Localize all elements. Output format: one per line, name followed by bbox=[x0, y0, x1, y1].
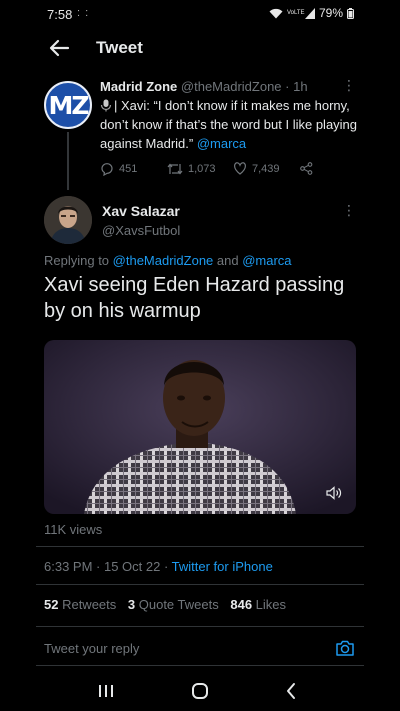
page-title: Tweet bbox=[96, 38, 143, 57]
tweet-timestamp: 6:33 PM · 15 Oct 22 · Twitter for iPhone bbox=[44, 559, 273, 574]
quoted-tweet-header: Madrid Zone @theMadridZone · 1h bbox=[100, 79, 360, 94]
like-action[interactable]: 7,439 bbox=[233, 162, 280, 175]
camera-icon[interactable] bbox=[335, 638, 355, 658]
tweet-author-handle[interactable]: @XavsFutbol bbox=[102, 223, 180, 238]
quoted-tweet-text: | Xavi: “I don’t know if it makes me hor… bbox=[100, 96, 362, 153]
retweets-label: Retweets bbox=[58, 597, 117, 612]
quoted-author-handle[interactable]: @theMadridZone bbox=[181, 79, 282, 94]
xav-salazar-avatar[interactable] bbox=[44, 196, 92, 244]
retweets-count: 52 bbox=[44, 597, 59, 612]
reply-action[interactable]: 451 bbox=[100, 162, 137, 176]
retweets-stat[interactable]: 52 Retweets bbox=[44, 597, 116, 612]
navigation-bar bbox=[0, 671, 400, 711]
divider bbox=[36, 665, 364, 666]
network-type: VoLTE bbox=[286, 10, 305, 16]
replying-mention-marca[interactable]: @marca bbox=[242, 253, 291, 268]
status-time: 7:58 bbox=[47, 7, 73, 22]
more-options-icon[interactable]: ⋮ bbox=[342, 77, 356, 94]
wifi-icon bbox=[269, 8, 283, 18]
replying-prefix: Replying to bbox=[44, 253, 113, 268]
quote-tweets-label: Quote Tweets bbox=[135, 597, 219, 612]
thread-line bbox=[67, 132, 69, 190]
replying-to: Replying to @theMadridZone and @marca bbox=[44, 253, 292, 268]
avatar-photo bbox=[44, 196, 92, 244]
retweet-count: 1,073 bbox=[188, 163, 216, 175]
like-count: 7,439 bbox=[252, 162, 280, 175]
tweet-text: Xavi seeing Eden Hazard passing by on hi… bbox=[44, 274, 345, 322]
retweet-action[interactable]: 1,073 bbox=[167, 162, 216, 176]
tweet-more-options-icon[interactable]: ⋮ bbox=[342, 202, 356, 219]
back-nav-icon[interactable] bbox=[280, 681, 304, 701]
reply-count: 451 bbox=[119, 163, 138, 175]
replying-and: and bbox=[213, 253, 243, 268]
reply-input[interactable]: Tweet your reply bbox=[44, 641, 139, 656]
like-icon bbox=[234, 162, 246, 175]
divider bbox=[36, 626, 364, 627]
volume-icon[interactable] bbox=[326, 486, 342, 500]
back-arrow-icon[interactable] bbox=[48, 37, 70, 59]
tweet-author-name[interactable]: Xav Salazar bbox=[102, 203, 180, 219]
mic-emoji-icon bbox=[100, 99, 112, 112]
reply-icon bbox=[101, 163, 113, 176]
notification-indicators: : : bbox=[77, 7, 90, 19]
likes-stat[interactable]: 846 Likes bbox=[230, 597, 286, 612]
share-action[interactable] bbox=[300, 162, 313, 175]
quote-tweets-stat[interactable]: 3 Quote Tweets bbox=[128, 597, 219, 612]
mention-marca-link[interactable]: @marca bbox=[197, 136, 246, 151]
divider bbox=[36, 546, 364, 547]
screen: 7:58 : : VoLTE 79% Tweet MZ Madrid Zone … bbox=[0, 0, 400, 711]
status-right: VoLTE 79% bbox=[269, 6, 354, 20]
replying-mention-madridzone[interactable]: @theMadridZone bbox=[113, 253, 214, 268]
battery-icon bbox=[347, 7, 354, 19]
likes-count: 846 bbox=[230, 597, 253, 612]
retweet-icon bbox=[167, 163, 183, 175]
timestamp-text: 6:33 PM · 15 Oct 22 · bbox=[44, 559, 172, 574]
home-icon[interactable] bbox=[188, 681, 212, 701]
video-thumbnail bbox=[44, 340, 356, 514]
view-count: 11K views bbox=[44, 522, 103, 537]
battery-percent: 79% bbox=[318, 6, 343, 20]
signal-icon bbox=[304, 7, 315, 19]
quoted-author-name[interactable]: Madrid Zone bbox=[100, 79, 177, 94]
quoted-tweet-actions: 451 1,073 7,439 bbox=[100, 162, 340, 178]
engagement-stats: 52 Retweets 3 Quote Tweets 846 Likes bbox=[44, 597, 294, 612]
divider bbox=[36, 584, 364, 585]
quoted-tweet-time: 1h bbox=[293, 79, 308, 94]
likes-label: Likes bbox=[252, 597, 287, 612]
source-link[interactable]: Twitter for iPhone bbox=[172, 559, 273, 574]
recents-icon[interactable] bbox=[94, 681, 118, 701]
madrid-zone-avatar[interactable]: MZ bbox=[44, 81, 92, 129]
share-icon bbox=[300, 162, 313, 175]
header: Tweet bbox=[0, 30, 400, 66]
separator-dot: · bbox=[285, 79, 290, 94]
video-media[interactable] bbox=[44, 340, 356, 514]
status-bar: 7:58 : : VoLTE 79% bbox=[0, 0, 400, 30]
